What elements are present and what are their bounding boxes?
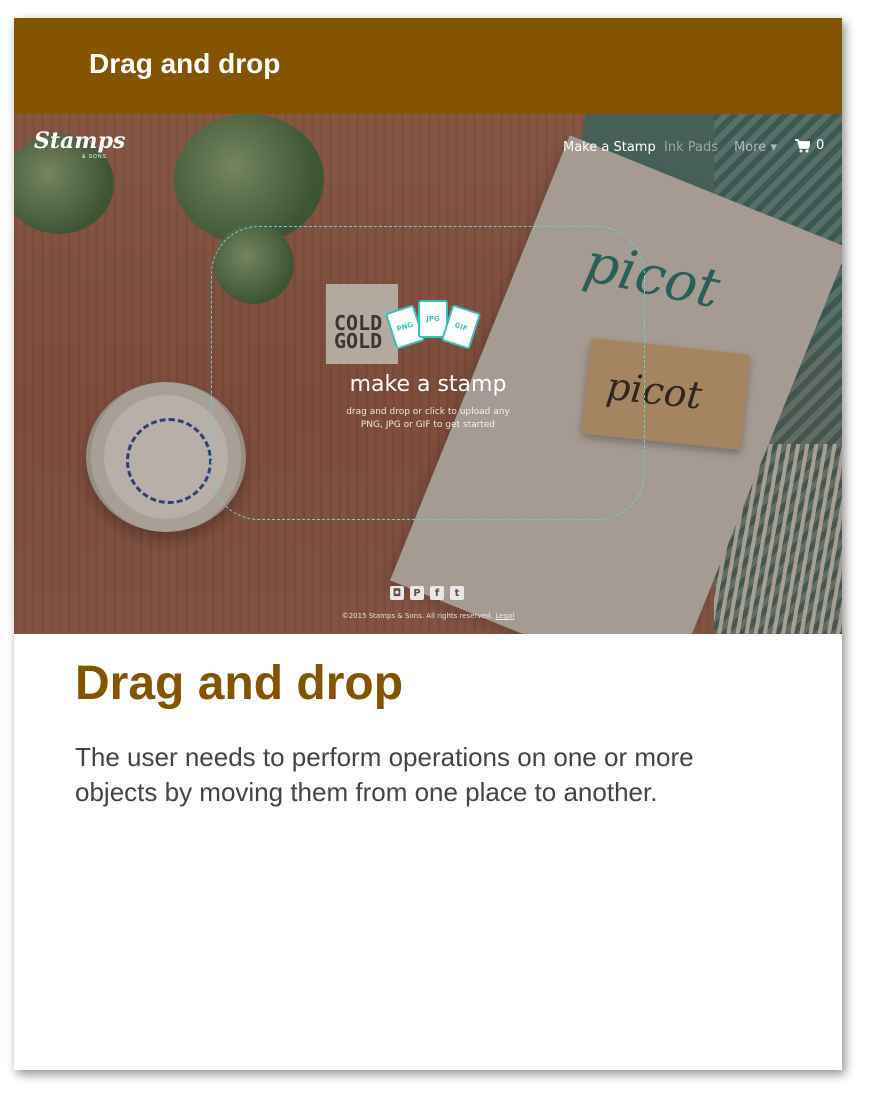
dropzone-title: make a stamp: [349, 372, 507, 397]
cart-button[interactable]: 0: [794, 138, 824, 153]
social-links: ◘ P f t: [390, 586, 464, 600]
footer-copyright: ©2015 Stamps & Sons. All rights reserved…: [294, 612, 562, 620]
nav-make-a-stamp[interactable]: Make a Stamp: [563, 140, 656, 155]
file-types-icon: PNG JPG GIF: [384, 300, 482, 350]
cart-count: 0: [816, 138, 825, 153]
legal-link[interactable]: Legal: [496, 612, 515, 620]
dropzone-subtitle: drag and drop or click to upload any PNG…: [346, 407, 510, 430]
nav-ink-pads[interactable]: Ink Pads: [664, 140, 718, 155]
logo-subtitle: & SONS: [82, 154, 107, 160]
pattern-title: Drag and drop: [75, 657, 404, 710]
twitter-icon[interactable]: t: [450, 586, 464, 600]
instagram-icon[interactable]: ◘: [390, 586, 404, 600]
pattern-description: The user needs to perform operations on …: [75, 742, 694, 807]
facebook-icon[interactable]: f: [430, 586, 444, 600]
stamps-logo[interactable]: Stamps: [34, 128, 125, 154]
example-screenshot: picot picot COLD GOLD Stamps & SONS Make…: [14, 114, 842, 634]
card-header: Drag and drop: [14, 18, 842, 114]
nav-more-dropdown[interactable]: More ▾: [734, 140, 777, 155]
copyright-text: ©2015 Stamps & Sons. All rights reserved…: [341, 612, 493, 620]
cart-icon: [795, 138, 810, 152]
pinterest-icon[interactable]: P: [410, 586, 424, 600]
header-title: Drag and drop: [89, 48, 281, 79]
pattern-card: Drag and drop picot picot COLD GOLD Stam…: [14, 18, 842, 1070]
